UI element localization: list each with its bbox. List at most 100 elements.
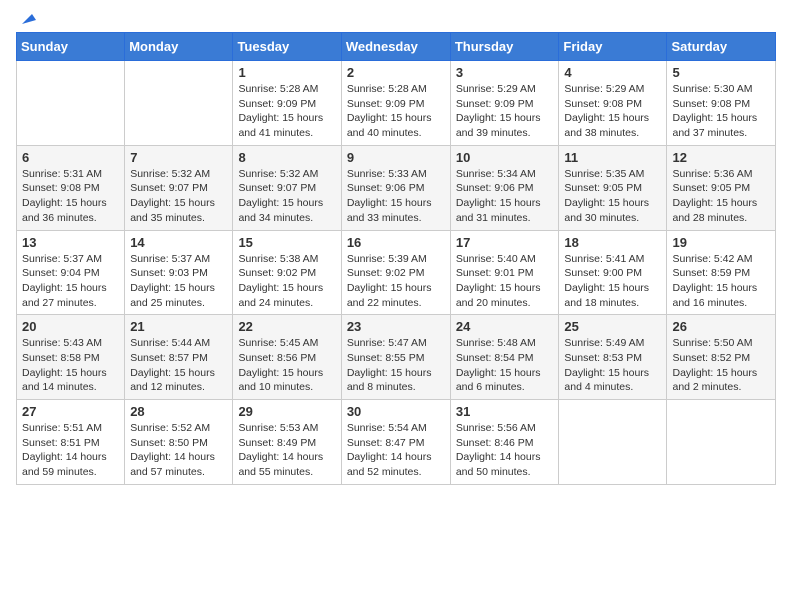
day-number: 3 bbox=[456, 65, 554, 80]
calendar-cell: 18 Sunrise: 5:41 AM Sunset: 9:00 PM Dayli… bbox=[559, 230, 667, 315]
day-info: Sunrise: 5:29 AM Sunset: 9:08 PM Dayligh… bbox=[564, 82, 661, 141]
day-number: 24 bbox=[456, 319, 554, 334]
calendar-cell: 17 Sunrise: 5:40 AM Sunset: 9:01 PM Dayli… bbox=[450, 230, 559, 315]
day-number: 13 bbox=[22, 235, 119, 250]
day-info: Sunrise: 5:54 AM Sunset: 8:47 PM Dayligh… bbox=[347, 421, 445, 480]
day-number: 8 bbox=[238, 150, 335, 165]
day-info: Sunrise: 5:44 AM Sunset: 8:57 PM Dayligh… bbox=[130, 336, 227, 395]
calendar-cell: 29 Sunrise: 5:53 AM Sunset: 8:49 PM Dayli… bbox=[233, 400, 341, 485]
day-info: Sunrise: 5:52 AM Sunset: 8:50 PM Dayligh… bbox=[130, 421, 227, 480]
day-info: Sunrise: 5:51 AM Sunset: 8:51 PM Dayligh… bbox=[22, 421, 119, 480]
calendar-week-row: 13 Sunrise: 5:37 AM Sunset: 9:04 PM Dayli… bbox=[17, 230, 776, 315]
calendar-cell: 27 Sunrise: 5:51 AM Sunset: 8:51 PM Dayli… bbox=[17, 400, 125, 485]
day-info: Sunrise: 5:31 AM Sunset: 9:08 PM Dayligh… bbox=[22, 167, 119, 226]
day-number: 20 bbox=[22, 319, 119, 334]
day-number: 7 bbox=[130, 150, 227, 165]
page-header bbox=[16, 16, 776, 24]
day-info: Sunrise: 5:40 AM Sunset: 9:01 PM Dayligh… bbox=[456, 252, 554, 311]
day-number: 14 bbox=[130, 235, 227, 250]
day-info: Sunrise: 5:32 AM Sunset: 9:07 PM Dayligh… bbox=[130, 167, 227, 226]
calendar-week-row: 6Sunrise: 5:31 AM Sunset: 9:08 PM Daylig… bbox=[17, 145, 776, 230]
calendar-cell: 4 Sunrise: 5:29 AM Sunset: 9:08 PM Daylig… bbox=[559, 61, 667, 146]
calendar-cell: 1 Sunrise: 5:28 AM Sunset: 9:09 PM Daylig… bbox=[233, 61, 341, 146]
weekday-header-wednesday: Wednesday bbox=[341, 33, 450, 61]
day-number: 18 bbox=[564, 235, 661, 250]
day-info: Sunrise: 5:49 AM Sunset: 8:53 PM Dayligh… bbox=[564, 336, 661, 395]
calendar-cell bbox=[559, 400, 667, 485]
day-info: Sunrise: 5:30 AM Sunset: 9:08 PM Dayligh… bbox=[672, 82, 770, 141]
day-number: 1 bbox=[238, 65, 335, 80]
day-number: 22 bbox=[238, 319, 335, 334]
weekday-header-monday: Monday bbox=[125, 33, 233, 61]
calendar-cell bbox=[125, 61, 233, 146]
day-number: 5 bbox=[672, 65, 770, 80]
day-info: Sunrise: 5:42 AM Sunset: 8:59 PM Dayligh… bbox=[672, 252, 770, 311]
calendar-cell: 31 Sunrise: 5:56 AM Sunset: 8:46 PM Dayli… bbox=[450, 400, 559, 485]
calendar-cell: 10Sunrise: 5:34 AM Sunset: 9:06 PM Dayli… bbox=[450, 145, 559, 230]
day-info: Sunrise: 5:43 AM Sunset: 8:58 PM Dayligh… bbox=[22, 336, 119, 395]
calendar-cell: 23 Sunrise: 5:47 AM Sunset: 8:55 PM Dayli… bbox=[341, 315, 450, 400]
day-info: Sunrise: 5:28 AM Sunset: 9:09 PM Dayligh… bbox=[347, 82, 445, 141]
calendar-week-row: 1 Sunrise: 5:28 AM Sunset: 9:09 PM Daylig… bbox=[17, 61, 776, 146]
calendar-cell: 26 Sunrise: 5:50 AM Sunset: 8:52 PM Dayli… bbox=[667, 315, 776, 400]
calendar-cell: 2 Sunrise: 5:28 AM Sunset: 9:09 PM Daylig… bbox=[341, 61, 450, 146]
day-number: 11 bbox=[564, 150, 661, 165]
calendar-cell: 22 Sunrise: 5:45 AM Sunset: 8:56 PM Dayli… bbox=[233, 315, 341, 400]
calendar-cell: 13 Sunrise: 5:37 AM Sunset: 9:04 PM Dayli… bbox=[17, 230, 125, 315]
day-number: 26 bbox=[672, 319, 770, 334]
day-info: Sunrise: 5:37 AM Sunset: 9:04 PM Dayligh… bbox=[22, 252, 119, 311]
day-number: 29 bbox=[238, 404, 335, 419]
day-number: 15 bbox=[238, 235, 335, 250]
day-info: Sunrise: 5:28 AM Sunset: 9:09 PM Dayligh… bbox=[238, 82, 335, 141]
calendar-cell: 20 Sunrise: 5:43 AM Sunset: 8:58 PM Dayli… bbox=[17, 315, 125, 400]
day-number: 21 bbox=[130, 319, 227, 334]
day-number: 25 bbox=[564, 319, 661, 334]
calendar-cell: 9Sunrise: 5:33 AM Sunset: 9:06 PM Daylig… bbox=[341, 145, 450, 230]
calendar-week-row: 27 Sunrise: 5:51 AM Sunset: 8:51 PM Dayli… bbox=[17, 400, 776, 485]
day-number: 4 bbox=[564, 65, 661, 80]
day-info: Sunrise: 5:45 AM Sunset: 8:56 PM Dayligh… bbox=[238, 336, 335, 395]
day-info: Sunrise: 5:35 AM Sunset: 9:05 PM Dayligh… bbox=[564, 167, 661, 226]
calendar-cell: 30 Sunrise: 5:54 AM Sunset: 8:47 PM Dayli… bbox=[341, 400, 450, 485]
calendar-cell: 3 Sunrise: 5:29 AM Sunset: 9:09 PM Daylig… bbox=[450, 61, 559, 146]
weekday-header-saturday: Saturday bbox=[667, 33, 776, 61]
day-info: Sunrise: 5:56 AM Sunset: 8:46 PM Dayligh… bbox=[456, 421, 554, 480]
day-number: 31 bbox=[456, 404, 554, 419]
day-info: Sunrise: 5:38 AM Sunset: 9:02 PM Dayligh… bbox=[238, 252, 335, 311]
calendar-cell: 19 Sunrise: 5:42 AM Sunset: 8:59 PM Dayli… bbox=[667, 230, 776, 315]
day-info: Sunrise: 5:32 AM Sunset: 9:07 PM Dayligh… bbox=[238, 167, 335, 226]
calendar-cell: 12 Sunrise: 5:36 AM Sunset: 9:05 PM Dayli… bbox=[667, 145, 776, 230]
calendar-cell: 24 Sunrise: 5:48 AM Sunset: 8:54 PM Dayli… bbox=[450, 315, 559, 400]
day-number: 12 bbox=[672, 150, 770, 165]
day-info: Sunrise: 5:36 AM Sunset: 9:05 PM Dayligh… bbox=[672, 167, 770, 226]
calendar-table: SundayMondayTuesdayWednesdayThursdayFrid… bbox=[16, 32, 776, 485]
day-number: 30 bbox=[347, 404, 445, 419]
calendar-cell: 21 Sunrise: 5:44 AM Sunset: 8:57 PM Dayli… bbox=[125, 315, 233, 400]
calendar-cell: 25 Sunrise: 5:49 AM Sunset: 8:53 PM Dayli… bbox=[559, 315, 667, 400]
day-number: 10 bbox=[456, 150, 554, 165]
day-info: Sunrise: 5:53 AM Sunset: 8:49 PM Dayligh… bbox=[238, 421, 335, 480]
day-info: Sunrise: 5:29 AM Sunset: 9:09 PM Dayligh… bbox=[456, 82, 554, 141]
calendar-cell: 16Sunrise: 5:39 AM Sunset: 9:02 PM Dayli… bbox=[341, 230, 450, 315]
logo bbox=[16, 16, 36, 24]
weekday-header-friday: Friday bbox=[559, 33, 667, 61]
calendar-cell: 7 Sunrise: 5:32 AM Sunset: 9:07 PM Daylig… bbox=[125, 145, 233, 230]
day-number: 27 bbox=[22, 404, 119, 419]
day-info: Sunrise: 5:39 AM Sunset: 9:02 PM Dayligh… bbox=[347, 252, 445, 311]
calendar-cell: 15 Sunrise: 5:38 AM Sunset: 9:02 PM Dayli… bbox=[233, 230, 341, 315]
weekday-header-tuesday: Tuesday bbox=[233, 33, 341, 61]
logo-bird-icon bbox=[18, 10, 36, 28]
day-number: 17 bbox=[456, 235, 554, 250]
calendar-cell: 28Sunrise: 5:52 AM Sunset: 8:50 PM Dayli… bbox=[125, 400, 233, 485]
day-number: 23 bbox=[347, 319, 445, 334]
day-info: Sunrise: 5:41 AM Sunset: 9:00 PM Dayligh… bbox=[564, 252, 661, 311]
day-info: Sunrise: 5:47 AM Sunset: 8:55 PM Dayligh… bbox=[347, 336, 445, 395]
day-number: 19 bbox=[672, 235, 770, 250]
day-number: 2 bbox=[347, 65, 445, 80]
day-info: Sunrise: 5:50 AM Sunset: 8:52 PM Dayligh… bbox=[672, 336, 770, 395]
calendar-week-row: 20 Sunrise: 5:43 AM Sunset: 8:58 PM Dayli… bbox=[17, 315, 776, 400]
weekday-header-thursday: Thursday bbox=[450, 33, 559, 61]
day-info: Sunrise: 5:48 AM Sunset: 8:54 PM Dayligh… bbox=[456, 336, 554, 395]
day-info: Sunrise: 5:37 AM Sunset: 9:03 PM Dayligh… bbox=[130, 252, 227, 311]
weekday-header-sunday: Sunday bbox=[17, 33, 125, 61]
